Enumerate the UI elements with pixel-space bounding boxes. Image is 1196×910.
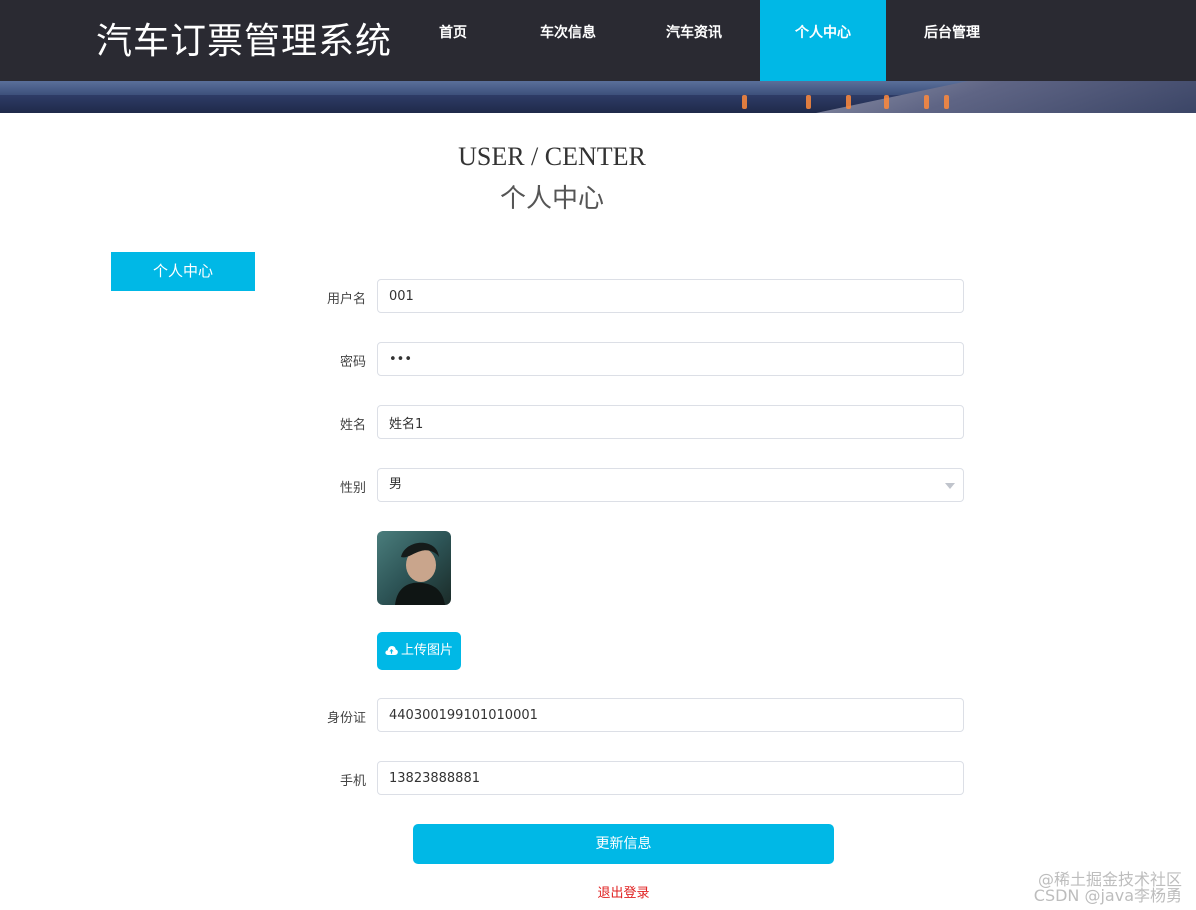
gender-label: 性别 [339, 481, 366, 496]
banner-light [742, 95, 747, 109]
upload-button-label: 上传图片 [400, 643, 453, 658]
banner-light [806, 95, 811, 109]
nav-item-news[interactable]: 汽车资讯 [632, 0, 756, 81]
password-label: 密码 [339, 355, 366, 370]
banner-light [924, 95, 929, 109]
nav-item-home[interactable]: 首页 [404, 0, 502, 81]
name-input[interactable] [377, 405, 964, 439]
upload-image-button[interactable]: 上传图片 [377, 632, 461, 670]
logout-link[interactable]: 退出登录 [413, 882, 834, 901]
name-label: 姓名 [339, 418, 366, 433]
username-label: 用户名 [326, 292, 366, 307]
phone-input[interactable] [377, 761, 964, 795]
top-navbar: 汽车订票管理系统 首页 车次信息 汽车资讯 个人中心 后台管理 [0, 0, 1196, 81]
update-info-button[interactable]: 更新信息 [413, 824, 834, 864]
banner-light [944, 95, 949, 109]
gender-select[interactable]: 男 [377, 468, 964, 502]
chevron-down-icon [945, 483, 955, 489]
page-heading-cn: 个人中心 [499, 184, 604, 214]
nav-item-trips[interactable]: 车次信息 [506, 0, 630, 81]
avatar [377, 531, 451, 605]
header-banner-image [0, 81, 1196, 113]
watermark-csdn: CSDN @java李杨勇 [1033, 886, 1182, 905]
avatar-portrait-icon [395, 542, 445, 605]
password-input[interactable] [377, 342, 964, 376]
cloud-upload-icon [385, 646, 398, 655]
phone-label: 手机 [339, 774, 366, 789]
id-card-input[interactable] [377, 698, 964, 732]
nav-item-admin[interactable]: 后台管理 [888, 0, 1016, 81]
page-heading-en: USER / CENTER [458, 142, 646, 171]
nav-item-user-center[interactable]: 个人中心 [760, 0, 886, 81]
site-title: 汽车订票管理系统 [96, 21, 393, 62]
username-input[interactable] [377, 279, 964, 313]
banner-light [884, 95, 889, 109]
banner-light [846, 95, 851, 109]
id-card-label: 身份证 [326, 711, 366, 726]
sidebar-tab-user-center[interactable]: 个人中心 [111, 252, 255, 291]
